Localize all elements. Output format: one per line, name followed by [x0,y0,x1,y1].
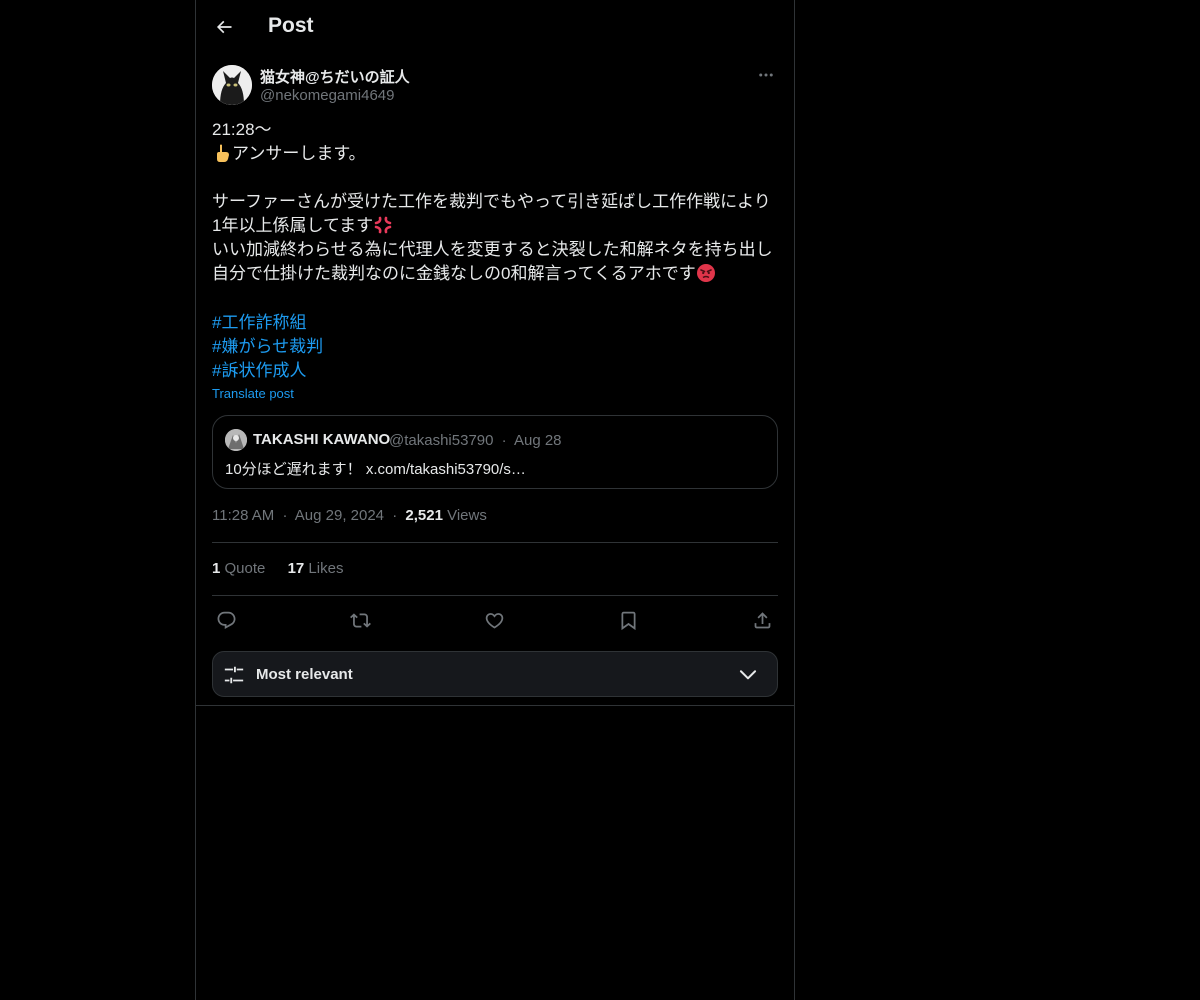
quoted-date: Aug 28 [513,432,562,449]
post-line-with-emoji: アンサーします。 [212,142,778,166]
post-line-text: 1年以上係属してます [212,216,374,235]
quotes-stat[interactable]: 1 Quote [212,560,265,577]
post-text: 21:28〜 アンサーします。 サーファーさんが受けた工作を裁判でもやって引き延… [212,118,778,286]
pointing-finger-emoji-icon [212,143,232,163]
separator-dot: · [282,507,288,524]
post-date[interactable]: Aug 29, 2024 [295,507,384,524]
hashtag-link[interactable]: #嫌がらせ裁判 [212,335,323,359]
post-line: いい加減終わらせる為に代理人を変更すると決裂した和解ネタを持ち出し [212,240,773,259]
share-icon [754,611,770,628]
post-line: 21:28〜 [212,120,272,139]
reply-icon [217,611,235,629]
post-line-blank [212,166,778,190]
sort-label: Most relevant [256,666,353,683]
engagement-stats: 1 Quote 17 Likes [212,560,361,577]
likes-label: Likes [308,560,344,577]
quotes-label: Quote [224,560,266,577]
chevron-down-icon [739,670,757,680]
hashtag-link[interactable]: #工作詐称組 [212,311,323,335]
avatar[interactable] [212,65,252,105]
likes-stat[interactable]: 17 Likes [288,560,344,577]
quoted-meta: @takashi53790 · Aug 28 [389,432,562,449]
author-name[interactable]: 猫女神@ちだいの証人 [260,66,410,87]
quoted-author-name: TAKASHI KAWANO [253,431,391,448]
heart-icon [485,612,503,629]
bookmark-icon [621,611,635,630]
quotes-count: 1 [212,560,221,577]
sliders-icon [224,666,244,684]
quoted-handle: @takashi53790 [389,432,494,449]
like-button[interactable] [480,606,508,634]
angry-face-emoji-icon [696,263,716,283]
post-timestamp: 11:28 AM · Aug 29, 2024 · 2,521 Views [212,507,487,524]
reply-button[interactable] [212,606,240,634]
divider [212,595,778,596]
section-divider [196,705,794,706]
translate-post-link[interactable]: Translate post [212,386,294,401]
separator-dot: · [501,432,507,449]
quoted-avatar [225,429,247,451]
quoted-text: 10分ほど遅れます！ x.com/takashi53790/s… [225,461,526,478]
post-time[interactable]: 11:28 AM [212,507,274,524]
repost-icon [349,612,371,628]
post-line-with-emoji: 1年以上係属してます [212,214,778,238]
quoted-avatar-image [225,429,247,451]
anger-symbol-emoji-icon [373,215,393,235]
views-count: 2,521 [405,507,443,524]
cat-avatar-image [212,65,252,105]
author-row: 猫女神@ちだいの証人 @nekomegami4649 [212,64,778,108]
sort-replies-dropdown[interactable]: Most relevant [212,651,778,697]
quoted-post-card[interactable]: TAKASHI KAWANO @takashi53790 · Aug 28 10… [212,415,778,489]
post-line-with-emoji: 自分で仕掛けた裁判なのに金銭なしの0和解言ってくるアホです [212,262,778,286]
back-button[interactable] [206,9,242,45]
hashtags: #工作詐称組 #嫌がらせ裁判 #訴状作成人 [212,311,323,383]
post-line-text: 自分で仕掛けた裁判なのに金銭なしの0和解言ってくるアホです [212,264,696,283]
more-options-button[interactable] [754,64,778,86]
views-label: Views [447,507,487,524]
post-line-text: アンサーします。 [232,144,366,163]
separator-dot: · [392,507,398,524]
bookmark-button[interactable] [614,606,642,634]
page-title: Post [268,14,314,37]
main-column: Post 猫女神@ちだいの証人 @nekomegami4649 21:28〜 ア… [195,0,795,1000]
hashtag-link[interactable]: #訴状作成人 [212,359,323,383]
author-handle[interactable]: @nekomegami4649 [260,87,394,104]
ellipsis-icon [759,73,773,77]
post-line: サーファーさんが受けた工作を裁判でもやって引き延ばし工作作戦により [212,192,771,211]
repost-button[interactable] [346,606,374,634]
action-bar [212,606,778,634]
share-button[interactable] [748,606,776,634]
likes-count: 17 [287,560,305,577]
arrow-left-icon [216,20,232,34]
header: Post [196,0,794,54]
divider [212,542,778,543]
